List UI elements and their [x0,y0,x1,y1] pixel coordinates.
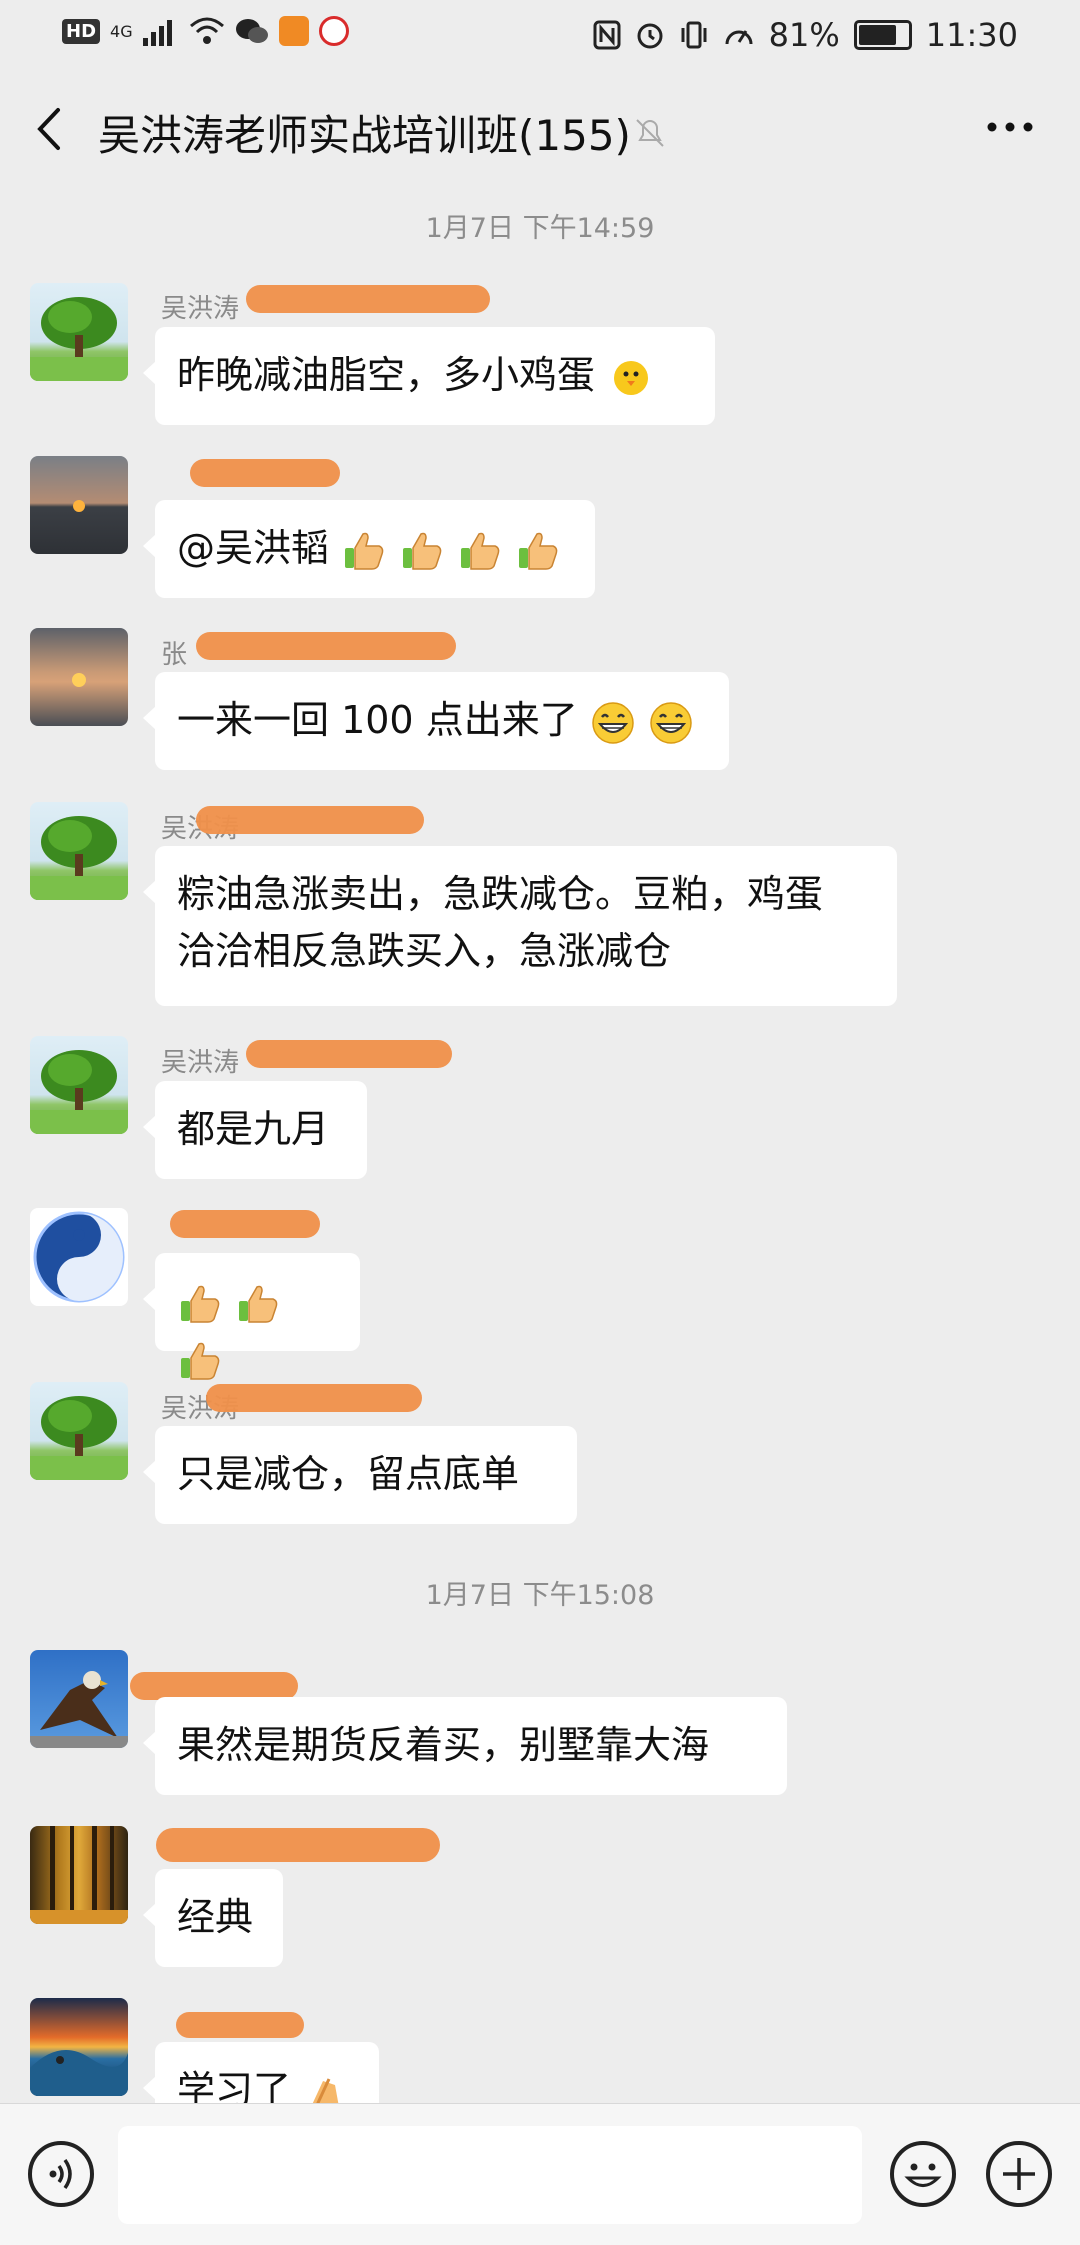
grin-emoji-icon [592,701,634,744]
grin-emoji-icon [650,701,692,744]
emoji-button[interactable] [890,2141,956,2207]
bank-app-icon [318,16,349,46]
message-text: 经典 [177,1895,254,1939]
timestamp: 1月7日 下午14:59 [425,213,655,244]
redaction-mark [156,1828,440,1862]
tree-avatar-icon [30,297,128,381]
sender-name: 吴洪涛 [161,1048,240,1078]
clock: 11:30 [925,16,1018,54]
avatar[interactable] [30,1382,128,1480]
redaction-mark [176,2012,304,2038]
redaction-mark [190,459,340,487]
message-input[interactable] [118,2126,862,2224]
nfc-icon [593,20,621,50]
thumbs-up-emoji-icon [461,532,500,570]
sender-name: 张 [161,640,188,670]
avatar[interactable] [30,1036,128,1134]
message-text: 一来一回 100 点出来了 [177,698,578,742]
battery-fill [858,25,896,45]
thumbs-up-emoji-icon [181,1285,220,1323]
message-text: @吴洪韬 [177,526,330,570]
sunset-cloud-avatar-icon [72,673,86,687]
message-bubble[interactable]: 粽油急涨卖出，急跌减仓。豆粕，鸡蛋 洽洽相反急跌买入，急涨减仓 [143,846,897,1006]
chick-emoji-icon [614,360,649,395]
message-text: 昨晚减油脂空，多小鸡蛋 [177,353,596,397]
redaction-mark [206,1384,422,1412]
alarm-icon [637,23,663,49]
video-app-icon [278,16,309,46]
avatar[interactable] [30,628,128,726]
sender-name: 吴洪涛 [161,294,240,324]
eagle-avatar-icon [30,1671,128,1748]
avatar[interactable] [30,283,128,381]
redaction-mark [130,1672,298,1700]
redaction-mark [196,632,456,660]
wifi-icon [189,17,224,44]
message-bubble[interactable]: 只是减仓，留点底单 [143,1426,577,1524]
thumbs-up-emoji-icon [403,532,442,570]
timestamp: 1月7日 下午15:08 [425,1580,655,1611]
plus-icon [1003,2158,1035,2190]
signal-icon [142,20,172,46]
emoji-group [590,698,694,744]
message-bubble[interactable]: @吴洪韬 [143,500,595,598]
avatar[interactable] [30,1650,128,1748]
message-bubble[interactable] [143,1253,360,1380]
tree-avatar-icon [30,1050,128,1134]
hd-indicator: HD [62,18,101,44]
message-text-line2: 洽洽相反急跌买入，急涨减仓 [177,929,672,973]
sunset-avatar-icon [73,500,85,512]
status-bar: HD 4G 81% 11:30 [0,0,1080,72]
avatar[interactable] [30,802,128,900]
thumbs-up-emoji-icon [345,532,384,570]
message-bubble[interactable]: 果然是期货反着买，别墅靠大海 [143,1697,787,1795]
message-bubble[interactable]: 一来一回 100 点出来了 [143,672,729,770]
status-right: 81% 11:30 [593,16,1018,54]
smiley-icon [904,2163,942,2187]
plus-button[interactable] [986,2141,1052,2207]
thumbs-up-emoji-icon [519,532,558,570]
tree-avatar-icon [30,816,128,900]
redaction-mark [246,1040,452,1068]
message-text: 都是九月 [177,1107,330,1151]
avatar[interactable] [30,1826,128,1924]
autumn-forest-avatar-icon [30,1826,128,1924]
vibrate-icon [681,21,707,49]
redaction-mark [196,806,424,834]
voice-button[interactable] [28,2141,94,2207]
wave-avatar-icon [30,2050,128,2096]
chat-header: 吴洪涛老师实战培训班(155) [0,72,1080,190]
more-dots-icon[interactable] [980,102,1040,152]
redaction-mark [170,1210,320,1238]
status-left: HD 4G [62,16,349,46]
avatar[interactable] [30,1998,128,2096]
input-bar [0,2103,1080,2245]
message-text: 果然是期货反着买，别墅靠大海 [177,1723,710,1767]
message-bubble[interactable]: 经典 [143,1869,283,1967]
avatar[interactable] [30,456,128,554]
message-text: 只是减仓，留点底单 [177,1452,520,1496]
battery-percent: 81% [768,16,840,54]
emoji-group [177,1279,281,1380]
message-text: 粽油急涨卖出，急跌减仓。豆粕，鸡蛋 [177,872,824,916]
thumbs-up-emoji-icon [239,1285,278,1323]
message-bubble[interactable]: 昨晚减油脂空，多小鸡蛋 [143,327,715,425]
network-type: 4G [110,21,133,41]
wechat-icon [235,19,268,43]
yin-yang-avatar-icon [33,1211,125,1303]
avatar[interactable] [30,1208,128,1306]
voice-icon [49,2158,72,2190]
emoji-group [341,526,561,570]
bell-muted-icon [636,119,664,147]
tree-avatar-icon [30,1396,128,1480]
redaction-mark [246,285,490,313]
chevron-left-icon[interactable] [30,104,70,154]
battery-icon [853,20,912,50]
chat-title: 吴洪涛老师实战培训班(155) [98,111,631,160]
speed-icon [725,30,753,45]
thumbs-up-emoji-icon [181,1342,220,1380]
message-bubble[interactable]: 都是九月 [143,1081,367,1179]
